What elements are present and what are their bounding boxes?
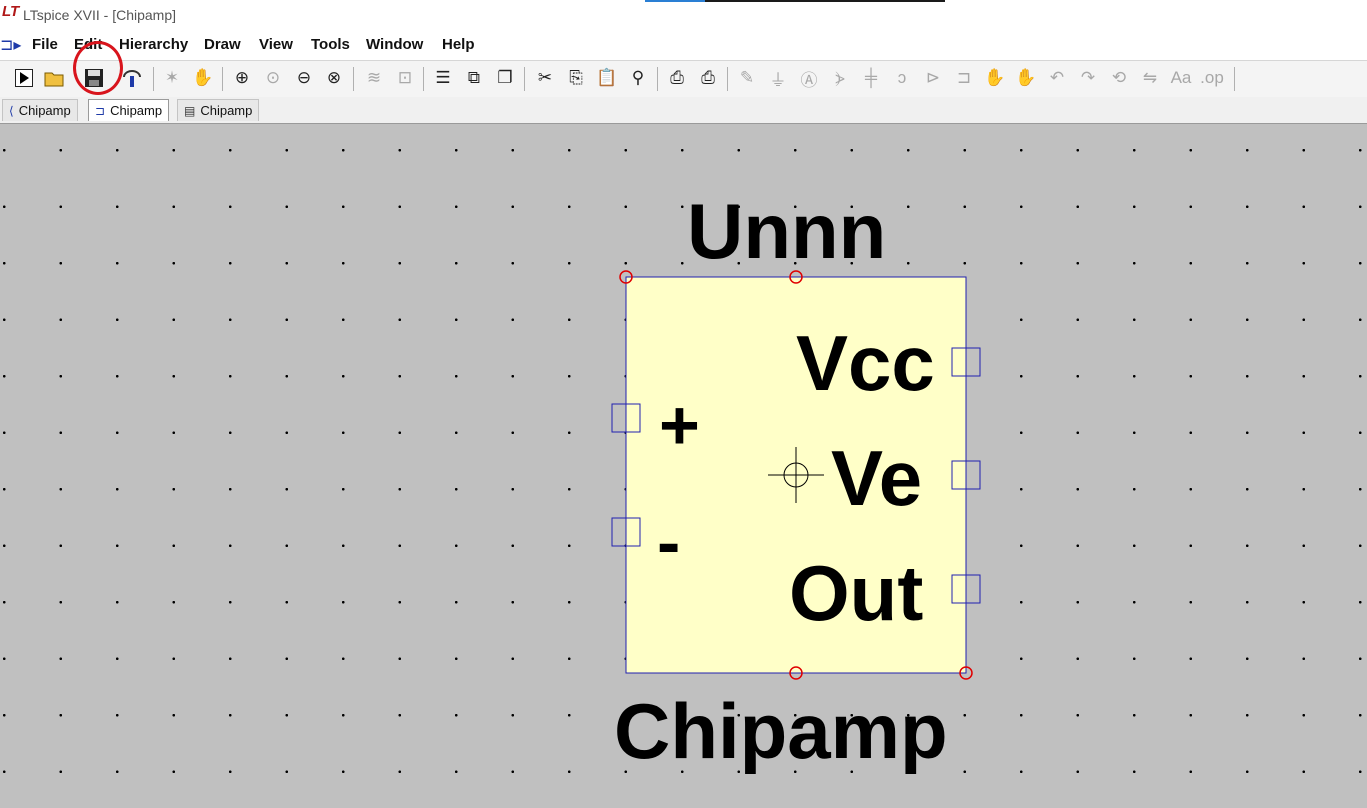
menu-hierarchy[interactable]: Hierarchy	[119, 36, 188, 53]
tab-label: Chipamp	[18, 103, 71, 118]
open-folder-icon[interactable]	[42, 66, 68, 90]
zoom-out-icon[interactable]: ⊖	[291, 66, 317, 90]
save-icon[interactable]	[81, 66, 107, 90]
mirror-icon[interactable]: ⇋	[1137, 66, 1163, 90]
pin-plus-label[interactable]: +	[659, 390, 700, 460]
toolbar-separator	[1234, 67, 1235, 91]
netlist-icon: ▤	[184, 103, 196, 118]
menu-help[interactable]: Help	[442, 36, 475, 53]
toolbar-separator	[727, 67, 728, 91]
value-label[interactable]: Chipamp	[614, 692, 948, 770]
control-panel-icon[interactable]	[119, 66, 145, 90]
menu-window[interactable]: Window	[366, 36, 423, 53]
paste-icon[interactable]: 📋	[594, 66, 620, 90]
undo-icon[interactable]: ↶	[1044, 66, 1070, 90]
draw-wire-icon[interactable]: ✎	[734, 66, 760, 90]
toolbar: ✶ ✋ ⊕ ⊙ ⊖ ⊗ ≋ ⊡ ☰ ⧉ ❐ ✂ ⎘ 📋 ⚲ ⎙ ⎙ ✎ ⏚ Ⓐ …	[0, 60, 1367, 98]
cut-icon[interactable]: ✂	[532, 66, 558, 90]
pin-ve-label[interactable]: Ve	[831, 439, 922, 517]
window-title: LTspice XVII - [Chipamp]	[23, 7, 177, 23]
schematic-icon: ⟨	[9, 103, 14, 118]
label-net-icon[interactable]: Ⓐ	[796, 66, 822, 90]
tab-symbol[interactable]: ⊐ Chipamp	[88, 99, 170, 121]
tile-vertical-icon[interactable]: ⧉	[461, 66, 487, 90]
zoom-area-icon[interactable]: ⊙	[260, 66, 286, 90]
toolbar-separator	[222, 67, 223, 91]
text-icon[interactable]: Aa	[1168, 66, 1194, 90]
title-accent-line	[645, 0, 945, 2]
document-tabs: ⟨ Chipamp ⊐ Chipamp ▤ Chipamp	[0, 97, 1367, 124]
symbol-icon: ⊐	[95, 103, 106, 118]
print-icon[interactable]: ⎙	[664, 66, 690, 90]
tab-schematic[interactable]: ⟨ Chipamp	[2, 99, 78, 121]
manual-limits-icon[interactable]: ⊡	[392, 66, 418, 90]
inst-name-label[interactable]: Unnn	[687, 192, 886, 270]
title-bar: LT LTspice XVII - [Chipamp]	[0, 0, 1367, 30]
pan-hand-icon[interactable]: ✋	[190, 66, 216, 90]
print-setup-icon[interactable]: ⎙	[695, 66, 721, 90]
tab-label: Chipamp	[110, 103, 163, 118]
diode-icon[interactable]: ⊳	[920, 66, 946, 90]
toolbar-separator	[423, 67, 424, 91]
resistor-icon[interactable]: ⦔	[827, 66, 853, 90]
autorange-icon[interactable]: ≋	[361, 66, 387, 90]
redo-icon[interactable]: ↷	[1075, 66, 1101, 90]
run-man-icon[interactable]: ✶	[159, 66, 185, 90]
menu-tools[interactable]: Tools	[311, 36, 350, 53]
toolbar-separator	[153, 67, 154, 91]
copy-icon[interactable]: ⎘	[563, 66, 589, 90]
menu-draw[interactable]: Draw	[204, 36, 241, 53]
drag-hand-icon[interactable]: ✋	[1013, 66, 1039, 90]
menu-file[interactable]: File	[32, 36, 58, 53]
ltspice-logo: LT	[2, 3, 20, 20]
pin-vcc-label[interactable]: Vcc	[796, 324, 935, 402]
document-symbol-icon[interactable]: ⊐▸	[0, 35, 21, 55]
pin-minus-label[interactable]: -	[657, 507, 680, 577]
toolbar-separator	[353, 67, 354, 91]
toolbar-separator	[657, 67, 658, 91]
zoom-fit-icon[interactable]: ⊗	[321, 66, 347, 90]
ground-icon[interactable]: ⏚	[765, 66, 791, 90]
find-binoculars-icon[interactable]: ⚲	[625, 66, 651, 90]
move-hand-icon[interactable]: ✋	[982, 66, 1008, 90]
spice-directive-icon[interactable]: .op	[1199, 66, 1225, 90]
tile-horizontal-icon[interactable]: ☰	[430, 66, 456, 90]
rotate-icon[interactable]: ⟲	[1106, 66, 1132, 90]
menu-view[interactable]: View	[259, 36, 293, 53]
menu-bar: ⊐▸ File Edit Hierarchy Draw View Tools W…	[0, 30, 1367, 58]
capacitor-icon[interactable]: ╪	[858, 66, 884, 90]
run-icon[interactable]	[11, 66, 37, 90]
symbol-editor-canvas[interactable]: Unnn + - Vcc Ve Out Chipamp	[0, 124, 1367, 808]
menu-edit[interactable]: Edit	[74, 36, 102, 53]
cascade-windows-icon[interactable]: ❐	[492, 66, 518, 90]
pin-out-label[interactable]: Out	[789, 554, 923, 632]
toolbar-separator	[524, 67, 525, 91]
tab-netlist[interactable]: ▤ Chipamp	[177, 99, 260, 121]
component-icon[interactable]: ⊐	[951, 66, 977, 90]
inductor-icon[interactable]: ↄ	[889, 66, 915, 90]
zoom-in-icon[interactable]: ⊕	[229, 66, 255, 90]
tab-label: Chipamp	[200, 103, 253, 118]
